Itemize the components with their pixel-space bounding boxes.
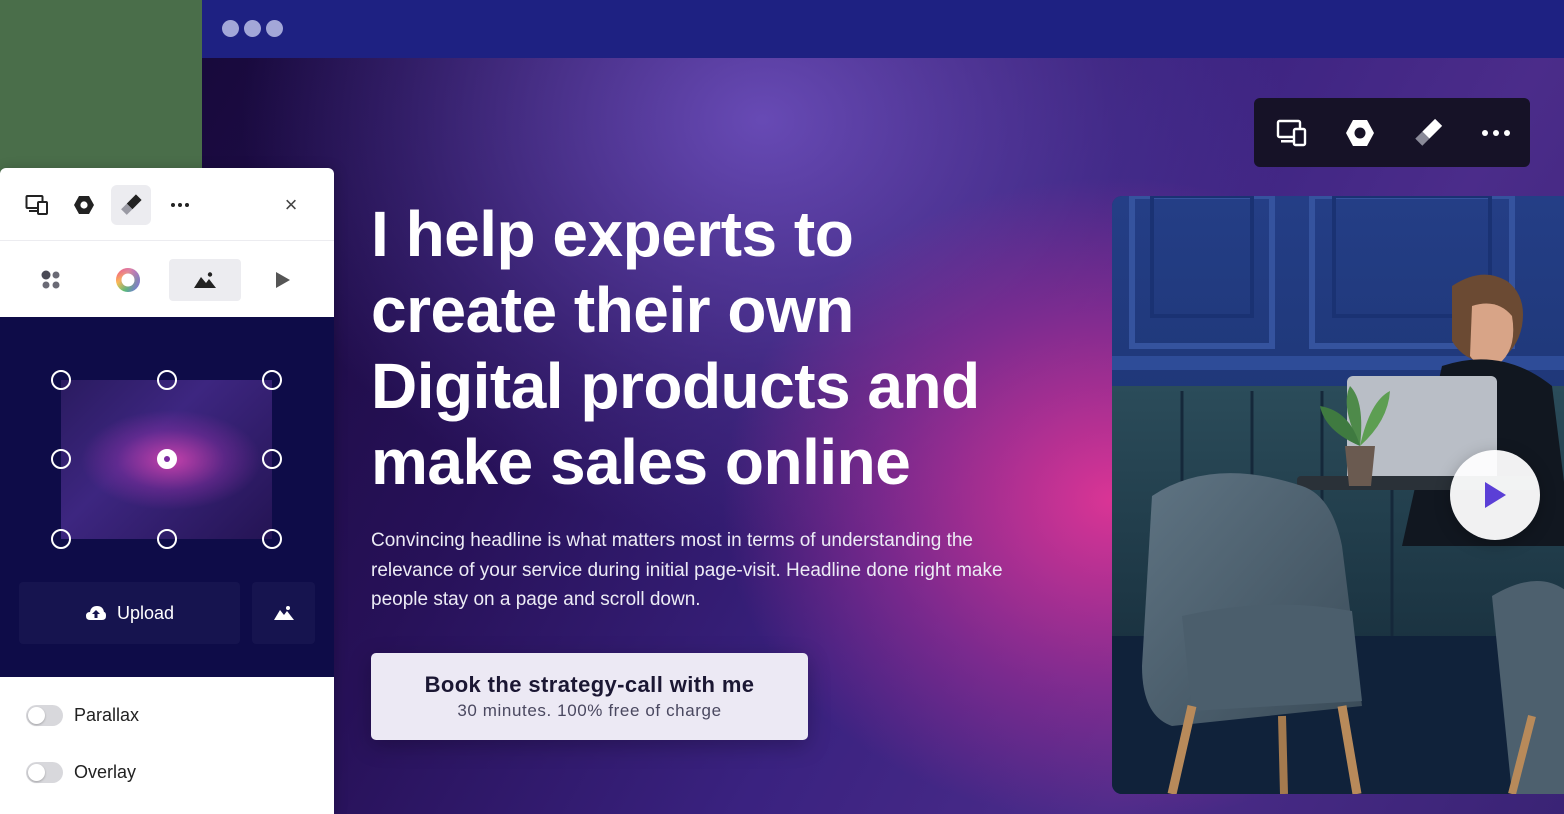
position-bottom-right[interactable]: [262, 529, 282, 549]
brush-icon[interactable]: [1398, 98, 1458, 167]
tab-video[interactable]: [247, 259, 319, 301]
window-dot: [244, 20, 261, 37]
window-dot: [266, 20, 283, 37]
devices-icon[interactable]: [1262, 98, 1322, 167]
settings-panel: × Upload Parallax Overlay: [0, 168, 334, 814]
hero-photo: [1112, 196, 1564, 794]
image-library-button[interactable]: [252, 582, 315, 644]
overlay-toggle[interactable]: [26, 762, 63, 783]
position-center-right[interactable]: [262, 449, 282, 469]
play-icon: [276, 272, 290, 288]
window-dot: [222, 20, 239, 37]
color-wheel-icon: [116, 268, 140, 292]
position-top-center[interactable]: [157, 370, 177, 390]
more-icon[interactable]: [160, 185, 200, 225]
settings-icon[interactable]: [64, 185, 104, 225]
video-play-button[interactable]: [1450, 450, 1540, 540]
tab-image[interactable]: [169, 259, 241, 301]
tab-layout[interactable]: [15, 259, 87, 301]
upload-button[interactable]: Upload: [19, 582, 240, 644]
strategy-call-button[interactable]: Book the strategy-call with me 30 minute…: [371, 653, 808, 740]
browser-window: I help experts to create their own Digit…: [202, 0, 1564, 814]
position-center-left[interactable]: [51, 449, 71, 469]
image-icon: [194, 272, 216, 288]
hero-headline: I help experts to create their own Digit…: [371, 198, 980, 498]
cta-title: Book the strategy-call with me: [424, 672, 755, 697]
panel-header: ×: [0, 168, 334, 241]
more-icon[interactable]: [1466, 98, 1526, 167]
position-center[interactable]: [157, 449, 177, 469]
close-icon[interactable]: ×: [271, 185, 311, 225]
parallax-toggle[interactable]: [26, 705, 63, 726]
devices-icon[interactable]: [17, 185, 57, 225]
cta-subtitle: 30 minutes. 100% free of charge: [457, 701, 722, 720]
settings-icon[interactable]: [1330, 98, 1390, 167]
overlay-row: Overlay: [26, 762, 136, 783]
position-top-right[interactable]: [262, 370, 282, 390]
background-position-area: Upload: [0, 317, 334, 677]
parallax-label: Parallax: [74, 705, 140, 725]
layout-icon: [41, 270, 60, 289]
panel-tabs: [0, 241, 334, 317]
parallax-row: Parallax: [26, 705, 139, 726]
position-bottom-left[interactable]: [51, 529, 71, 549]
upload-label: Upload: [116, 602, 175, 623]
browser-topbar: [202, 0, 1564, 58]
cloud-upload-icon: [85, 606, 106, 620]
overlay-label: Overlay: [74, 762, 137, 782]
tab-color[interactable]: [92, 259, 164, 301]
position-bottom-center[interactable]: [157, 529, 177, 549]
position-top-left[interactable]: [51, 370, 71, 390]
hero-subtext: Convincing headline is what matters most…: [371, 530, 1003, 610]
play-icon: [1485, 482, 1506, 508]
brush-icon[interactable]: [111, 185, 151, 225]
image-icon: [273, 606, 294, 620]
floating-toolbar: [1254, 98, 1530, 167]
